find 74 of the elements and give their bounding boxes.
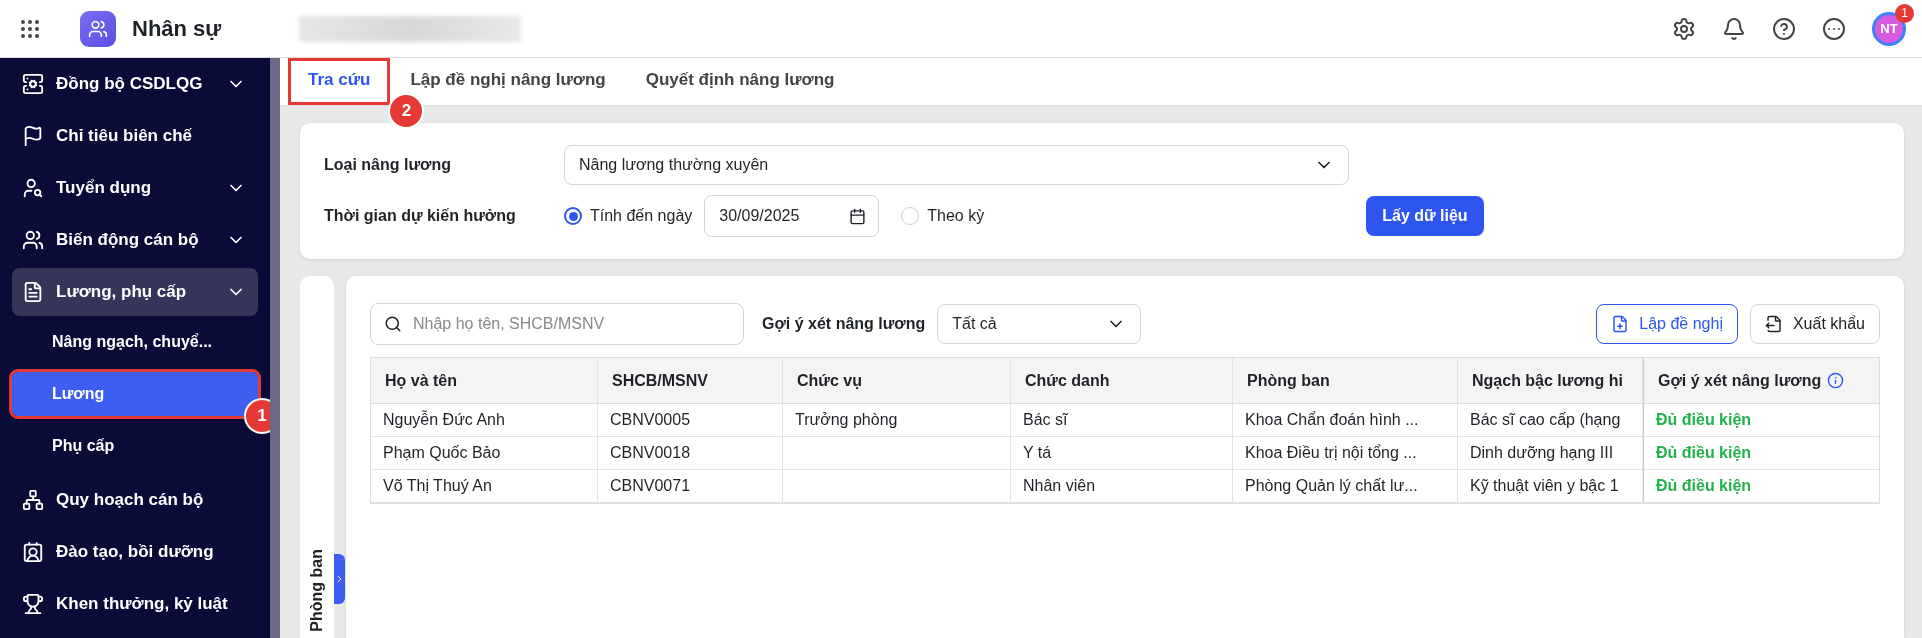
sidebar-item[interactable]: Chỉ tiêu biên chế (12, 112, 258, 160)
table-cell: Khoa Chẩn đoán hình ... (1233, 404, 1458, 437)
submenu-item[interactable]: Lương (12, 372, 258, 416)
export-button[interactable]: Xuất khẩu (1749, 304, 1880, 344)
date-field[interactable]: 30/09/2025 (704, 195, 880, 237)
sidebar-item[interactable]: Đồng bộ CSDLQG (12, 60, 258, 108)
flag-icon (22, 125, 44, 147)
fetch-data-button[interactable]: Lấy dữ liệu (1366, 196, 1484, 236)
table-cell: Dinh dưỡng hạng III (1458, 437, 1643, 470)
app-title: Nhân sự (132, 15, 222, 42)
filter-label: Gợi ý xét nâng lương (762, 315, 926, 333)
column-header: Họ và tên (371, 358, 598, 404)
sidebar-item[interactable]: Khen thưởng, kỷ luật (12, 580, 258, 628)
field-label: Thời gian dự kiến hưởng (324, 207, 517, 225)
panel-label: Phòng ban (308, 549, 326, 632)
person-badge-icon (22, 541, 44, 563)
help-icon[interactable] (1772, 16, 1796, 41)
step-marker: 2 (388, 93, 425, 129)
table-cell: Nhân viên (1011, 470, 1233, 503)
search-field[interactable]: Nhập họ tên, SHCB/MSNV (370, 303, 744, 345)
column-header: Chức danh (1011, 358, 1233, 404)
search-icon (384, 315, 402, 333)
sidebar-item[interactable]: Lương, phụ cấp (12, 268, 258, 316)
column-header: Ngạch bậc lương hi (1458, 358, 1643, 404)
radio-option[interactable]: Theo kỳ (901, 207, 985, 225)
column-header: SHCB/MSNV (598, 358, 783, 404)
table-cell: Kỹ thuật viên y bậc 1 (1458, 470, 1643, 503)
column-header: Gợi ý xét nâng lương (1643, 358, 1879, 404)
trophy-icon (22, 593, 44, 615)
bell-icon[interactable] (1722, 16, 1746, 41)
network-icon (22, 489, 44, 511)
users-icon (22, 229, 44, 251)
table-cell: Trưởng phòng (783, 404, 1011, 437)
column-header: Phòng ban (1233, 358, 1458, 404)
table-cell: Bác sĩ (1011, 404, 1233, 437)
table-cell: Khoa Điều trị nội tổng ... (1233, 437, 1458, 470)
calendar-icon (849, 207, 867, 225)
radio-option[interactable]: Tính đến ngày (564, 207, 693, 225)
submenu-item[interactable]: Nâng ngạch, chuyể... (12, 320, 258, 364)
tab[interactable]: Tra cứu (288, 58, 391, 105)
column-header: Chức vụ (783, 358, 1011, 404)
notification-badge: 1 (1895, 3, 1914, 23)
step-marker: 1 (244, 398, 270, 434)
field-label: Loại nâng lương (324, 156, 452, 174)
tab[interactable]: Quyết định nâng lương (625, 58, 855, 105)
sidebar-item[interactable]: Đào tạo, bồi dưỡng (12, 528, 258, 576)
table-cell: Võ Thị Thuý An (371, 470, 598, 503)
table-cell: Phạm Quốc Bảo (371, 437, 598, 470)
create-proposal-button[interactable]: Lập đề nghị (1596, 304, 1738, 344)
app-logo-icon (80, 10, 116, 47)
expand-handle[interactable] (334, 554, 345, 604)
table-cell: Bác sĩ cao cấp (hạng (1458, 404, 1643, 437)
table-cell: Phòng Quản lý chất lư... (1233, 470, 1458, 503)
server-icon (22, 73, 44, 95)
status-cell: Đủ điều kiện (1643, 437, 1879, 470)
more-icon[interactable] (1822, 16, 1846, 41)
sidebar-item[interactable]: Biến động cán bộ (12, 216, 258, 264)
sidebar-item[interactable]: Tuyển dụng (12, 164, 258, 212)
table-cell: CBNV0005 (598, 404, 783, 437)
document-icon (22, 281, 44, 303)
status-cell: Đủ điều kiện (1643, 470, 1879, 503)
settings-icon[interactable] (1672, 16, 1696, 41)
table-cell: Nguyễn Đức Anh (371, 404, 598, 437)
file-arrow-icon (1764, 315, 1783, 333)
table-cell: Y tá (1011, 437, 1233, 470)
table-cell: CBNV0018 (598, 437, 783, 470)
suggestion-select[interactable]: Tất cả (937, 304, 1142, 344)
info-icon (1827, 372, 1845, 389)
status-cell: Đủ điều kiện (1643, 404, 1879, 437)
user-search-icon (22, 177, 44, 199)
sidebar-item[interactable]: Quy hoạch cán bộ (12, 476, 258, 524)
file-plus-icon (1611, 315, 1630, 333)
salary-type-select[interactable]: Nâng lương thường xuyên (564, 145, 1349, 185)
table-cell: CBNV0071 (598, 470, 783, 503)
